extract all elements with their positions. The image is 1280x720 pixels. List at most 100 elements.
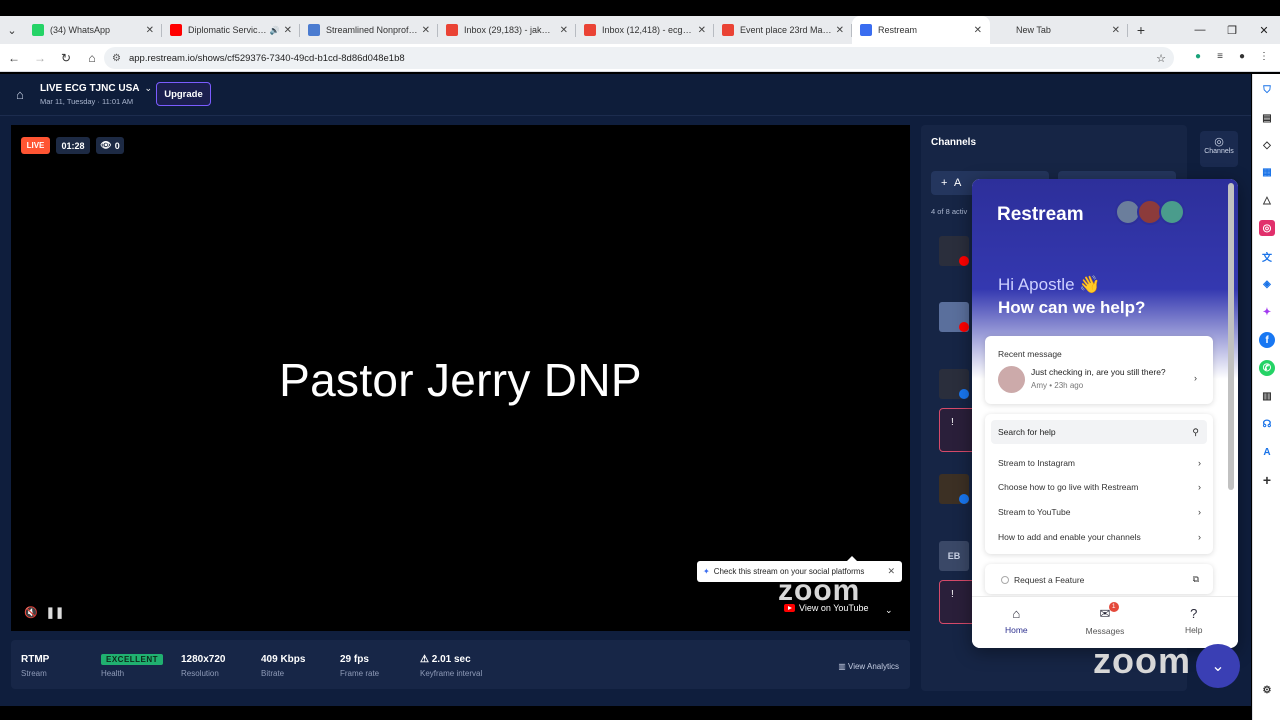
reload-icon[interactable]: ↻ (54, 46, 78, 70)
support-icon[interactable]: ☊ (1259, 416, 1275, 432)
upgrade-button[interactable]: Upgrade (156, 82, 211, 106)
stat-value: 1280x720 (181, 654, 226, 665)
tab-search-icon[interactable]: ⌄ (0, 16, 24, 44)
home-icon[interactable]: ⌂ (80, 46, 104, 70)
footer-home-tab[interactable]: ⌂ Home (972, 597, 1061, 648)
stat-label: Bitrate (261, 669, 285, 678)
playlist-icon[interactable]: ≡ (1212, 48, 1228, 64)
rail-channels-button[interactable]: ◎ Channels (1200, 131, 1238, 167)
chat-launcher-button[interactable]: ⌄ (1196, 644, 1240, 688)
translate-icon[interactable]: 文 (1259, 248, 1275, 264)
stat-value: 409 Kbps (261, 654, 306, 665)
minimize-icon[interactable]: — (1184, 16, 1216, 44)
close-tab-icon[interactable]: ✕ (284, 25, 292, 36)
url-field[interactable]: ⚙ app.restream.io/shows/cf529376-7340-49… (104, 47, 1174, 69)
forward-icon[interactable]: → (28, 46, 52, 70)
channel-thumbnail-eb[interactable]: EB (939, 541, 969, 571)
help-item[interactable]: Choose how to go live with Restream › (998, 482, 1201, 492)
browser-tab[interactable]: Inbox (12,418) - ecgmass... ✕ (576, 16, 714, 44)
analytics-icon[interactable]: ▥ (1259, 388, 1275, 404)
close-tab-icon[interactable]: ✕ (698, 25, 706, 36)
view-on-youtube-button[interactable]: View on YouTube (784, 603, 869, 613)
close-tab-icon[interactable]: ✕ (146, 25, 154, 36)
reading-list-icon[interactable]: ▤ (1259, 110, 1275, 126)
browser-tab[interactable]: Diplomatic Service U...🔊 ✕ (162, 16, 300, 44)
translate-icon[interactable]: A (1259, 444, 1275, 460)
browser-tab[interactable]: New Tab ✕ (990, 16, 1128, 44)
notes-icon[interactable]: ▦ (1259, 164, 1275, 180)
back-icon[interactable]: ← (2, 46, 26, 70)
help-item-label: Choose how to go live with Restream (998, 482, 1139, 492)
close-tab-icon[interactable]: ✕ (422, 25, 430, 36)
channel-thumbnail[interactable] (939, 369, 969, 399)
view-analytics-link[interactable]: ▥ View Analytics (838, 662, 899, 671)
search-help-label: Search for help (998, 427, 1056, 437)
add-panel-icon[interactable]: + (1259, 472, 1275, 488)
greeting: Hi Apostle 👋 (998, 275, 1101, 294)
widget-scrollbar[interactable] (1228, 183, 1234, 623)
profile-icon[interactable]: ● (1234, 48, 1250, 64)
url-text: app.restream.io/shows/cf529376-7340-49cd… (128, 52, 405, 64)
chat-icon[interactable]: ◈ (1259, 276, 1275, 292)
close-icon[interactable]: ✕ (887, 566, 895, 577)
stat-label: Health (101, 669, 125, 678)
recent-message-card[interactable]: Recent message Just checking in, are you… (985, 336, 1213, 404)
youtube-icon (959, 322, 969, 332)
recent-message-text: Just checking in, are you still there? (1031, 367, 1166, 377)
show-title[interactable]: LIVE ECG TJNC USA ⌄ (40, 83, 152, 94)
close-tab-icon[interactable]: ✕ (974, 25, 982, 36)
help-item[interactable]: Stream to YouTube › (998, 507, 1201, 517)
browser-tab[interactable]: Event place 23rd May - 2... ✕ (714, 16, 852, 44)
gmail-icon (584, 24, 596, 36)
settings-icon (308, 24, 320, 36)
instagram-icon[interactable]: ◎ (1259, 220, 1275, 236)
help-item[interactable]: How to add and enable your channels › (998, 532, 1201, 542)
help-item-label: Stream to YouTube (998, 507, 1071, 517)
audio-icon[interactable]: 🔊 (270, 26, 280, 35)
screen: ⌄ (34) WhatsApp✕Diplomatic Service U...🔊… (0, 0, 1280, 720)
notification-badge: 1 (1108, 602, 1119, 612)
rail-channels-label: Channels (1204, 148, 1234, 155)
plus-icon: + (941, 177, 948, 189)
channel-thumbnail[interactable] (939, 474, 969, 504)
tab-title: (34) WhatsApp (50, 25, 111, 35)
messenger-icon[interactable]: ✦ (1259, 304, 1275, 320)
facebook-icon (959, 494, 969, 504)
restore-icon[interactable]: ❐ (1216, 16, 1248, 44)
close-tab-icon[interactable]: ✕ (836, 25, 844, 36)
new-tab-button[interactable]: + (1128, 16, 1154, 44)
scrollbar-thumb[interactable] (1228, 183, 1234, 490)
close-tab-icon[interactable]: ✕ (560, 25, 568, 36)
help-item[interactable]: Stream to Instagram › (998, 458, 1201, 468)
sparkle-icon: ✦ (703, 567, 710, 576)
browser-tab[interactable]: Restream ✕ (852, 16, 990, 44)
pause-icon[interactable]: ❚❚ (44, 601, 66, 623)
drive-icon[interactable]: △ (1259, 192, 1275, 208)
stat-bitrate: 409 Kbps Bitrate (261, 654, 305, 678)
whatsapp-icon[interactable]: ✆ (1259, 360, 1275, 376)
site-info-icon[interactable]: ⚙ (112, 53, 121, 64)
mute-icon[interactable]: 🔇 (20, 601, 42, 623)
bookmark-star-icon[interactable]: ☆ (1156, 52, 1166, 65)
channel-thumbnail[interactable] (939, 302, 969, 332)
home-icon[interactable]: ⌂ (16, 87, 30, 102)
help-prompt: How can we help? (998, 298, 1146, 317)
chevron-down-icon[interactable]: ⌄ (885, 605, 893, 616)
tab-title: Streamlined Nonprofit &... (326, 25, 418, 35)
extension-icon[interactable]: ● (1190, 48, 1206, 64)
browser-tab[interactable]: (34) WhatsApp ✕ (24, 16, 162, 44)
package-icon[interactable]: ◇ (1259, 137, 1275, 153)
more-menu-icon[interactable]: ⋮ (1256, 48, 1272, 64)
stat-label: Stream (21, 669, 47, 678)
browser-tab[interactable]: Streamlined Nonprofit &... ✕ (300, 16, 438, 44)
search-help-input[interactable]: Search for help ⚲ (991, 420, 1207, 444)
browser-tab[interactable]: Inbox (29,183) - jakwab7... ✕ (438, 16, 576, 44)
facebook-icon[interactable]: f (1259, 332, 1275, 348)
bookmark-icon[interactable]: ⛉ (1259, 82, 1275, 98)
request-feature-card[interactable]: Request a Feature ⧉ (985, 564, 1213, 594)
close-tab-icon[interactable]: ✕ (1112, 25, 1120, 36)
chevron-right-icon: › (1198, 458, 1201, 468)
gear-icon[interactable]: ⚙ (1259, 682, 1275, 698)
channel-thumbnail[interactable] (939, 236, 969, 266)
close-window-icon[interactable]: ✕ (1248, 16, 1280, 44)
